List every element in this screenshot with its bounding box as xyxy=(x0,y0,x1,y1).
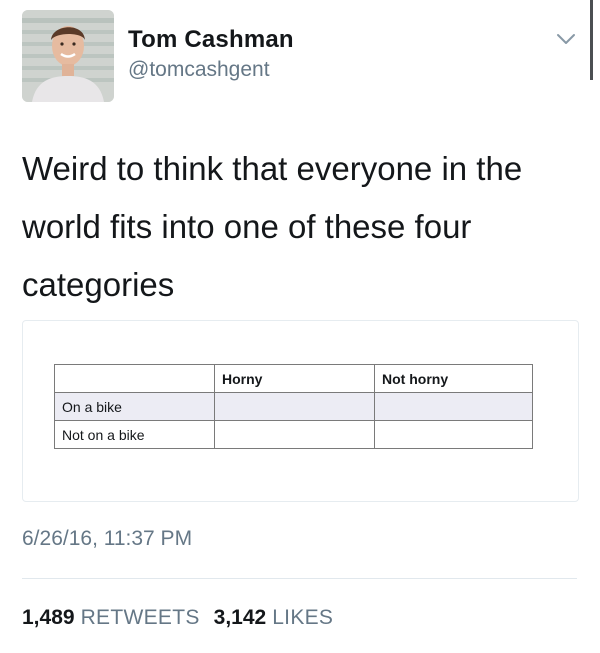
tweet-timestamp[interactable]: 6/26/16, 11:37 PM xyxy=(22,527,192,551)
table-cell xyxy=(374,392,533,421)
retweets-label: RETWEETS xyxy=(80,606,200,629)
table-cell xyxy=(214,392,375,421)
likes-count: 3,142 xyxy=(213,606,267,629)
likes-stat[interactable]: 3,142 LIKES xyxy=(214,606,334,629)
author-name[interactable]: Tom Cashman xyxy=(128,26,294,54)
tweet-header: Tom Cashman @tomcashgent xyxy=(0,0,600,110)
edge-divider xyxy=(590,0,593,80)
chevron-down-icon[interactable] xyxy=(555,28,577,50)
stats-divider xyxy=(22,578,577,579)
tweet-text-line: Weird to think that everyone in the xyxy=(22,150,523,187)
table-header-cell: Not horny xyxy=(374,364,533,393)
category-table: Horny Not horny On a bike Not on a bike xyxy=(54,364,533,449)
likes-label: LIKES xyxy=(272,606,334,629)
tweet-text: Weird to think that everyone in the worl… xyxy=(22,140,582,314)
table-row: On a bike xyxy=(54,392,533,421)
tweet-text-line: world fits into one of these four xyxy=(22,208,472,245)
table-header-row: Horny Not horny xyxy=(54,364,533,393)
table-cell xyxy=(214,420,375,449)
author-handle[interactable]: @tomcashgent xyxy=(128,58,270,82)
table-header-cell: Horny xyxy=(214,364,375,393)
retweets-stat[interactable]: 1,489 RETWEETS xyxy=(22,606,200,629)
tweet-image[interactable]: Horny Not horny On a bike Not on a bike xyxy=(22,320,579,502)
avatar[interactable] xyxy=(22,10,114,102)
retweets-count: 1,489 xyxy=(22,606,75,629)
tweet-stats: 1,489 RETWEETS 3,142 LIKES xyxy=(22,606,333,630)
table-header-cell xyxy=(54,364,215,393)
avatar-photo-icon xyxy=(22,10,114,102)
table-row-label: Not on a bike xyxy=(54,420,215,449)
table-row: Not on a bike xyxy=(54,420,533,449)
tweet-text-line: categories xyxy=(22,266,175,303)
table-row-label: On a bike xyxy=(54,392,215,421)
table-cell xyxy=(374,420,533,449)
